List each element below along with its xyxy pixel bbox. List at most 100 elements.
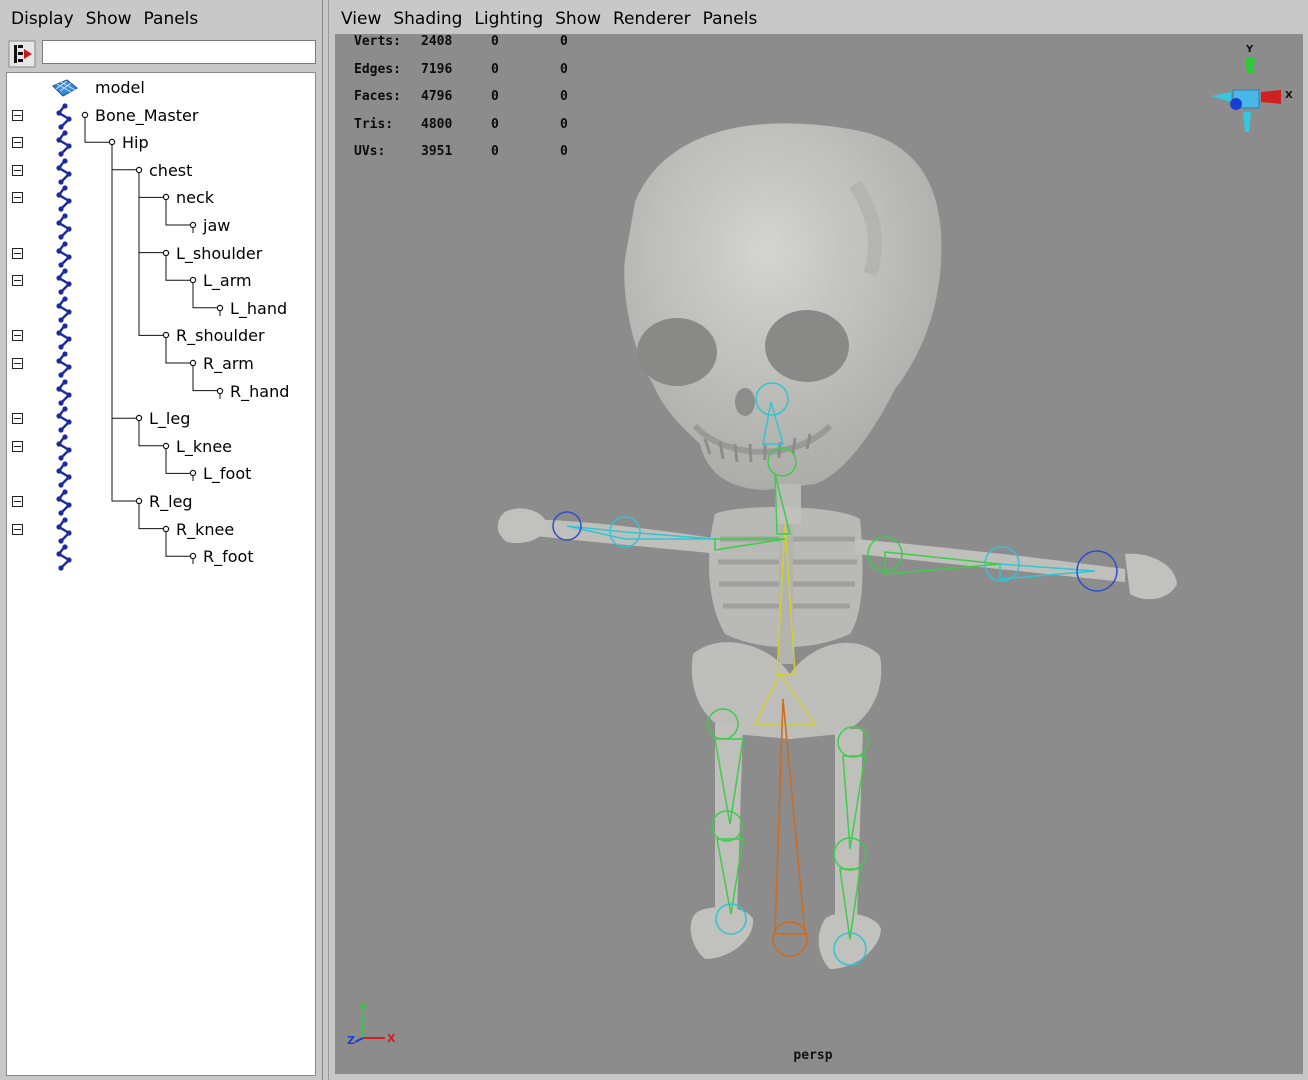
- outliner-item-label: neck: [176, 188, 215, 208]
- outliner-item-label: R_shoulder: [176, 326, 265, 346]
- joint-icon: [56, 240, 72, 268]
- hud-row-verts: Verts: 2408 0 0: [354, 34, 568, 49]
- joint-icon: [56, 158, 72, 185]
- outliner-item-l_foot[interactable]: L_foot: [7, 461, 315, 488]
- menu-show[interactable]: Show: [549, 9, 607, 29]
- joint-node-icon: [189, 221, 197, 233]
- collapse-toggle-icon[interactable]: [12, 164, 23, 176]
- outliner-menubar: Display Show Panels: [0, 4, 322, 34]
- joint-icon: [56, 102, 72, 130]
- outliner-item-r_foot[interactable]: R_foot: [7, 544, 315, 571]
- outliner-item-l_arm[interactable]: L_arm: [7, 268, 315, 295]
- skeleton-scene[interactable]: [335, 34, 1303, 1074]
- collapse-toggle-icon[interactable]: [12, 137, 23, 149]
- hud-row-tris: Tris: 4800 0 0: [354, 117, 568, 132]
- view-cube-icon[interactable]: Y X: [1211, 40, 1295, 144]
- skeleton-mesh[interactable]: [497, 123, 1177, 969]
- joint-node-icon: [81, 111, 89, 123]
- collapse-toggle-icon[interactable]: [12, 523, 23, 535]
- joint-icon: [56, 489, 72, 516]
- joint-icon: [56, 351, 72, 378]
- outliner-item-label: L_hand: [230, 298, 288, 318]
- outliner-item-label: R_knee: [176, 519, 235, 539]
- outliner-item-l_hand[interactable]: L_hand: [7, 296, 315, 323]
- outliner-item-r_leg[interactable]: R_leg: [7, 489, 315, 516]
- joint-node-icon: [135, 497, 143, 509]
- collapse-toggle-icon[interactable]: [12, 440, 23, 452]
- menu-panels[interactable]: Panels: [138, 9, 205, 29]
- joint-node-icon: [189, 276, 197, 289]
- joint-icon: [56, 378, 72, 406]
- outliner-item-bone_master[interactable]: Bone_Master: [7, 102, 315, 130]
- 3d-viewport[interactable]: Verts: 2408 0 0 Edges: 7196 0 0 Faces: 4…: [335, 34, 1303, 1074]
- joint-node-icon: [216, 304, 224, 316]
- outliner-item-jaw[interactable]: jaw: [7, 213, 315, 240]
- svg-text:X: X: [387, 1032, 396, 1045]
- joint-icon: [56, 434, 72, 461]
- outliner-item-l_knee[interactable]: L_knee: [7, 434, 315, 461]
- filter-row: [6, 38, 316, 68]
- outliner-item-label: L_leg: [149, 409, 191, 429]
- joint-node-icon: [135, 414, 143, 427]
- collapse-toggle-icon[interactable]: [12, 109, 23, 121]
- outliner-tree: model Bone_Master Hip chest neck jaw L_shoulde…: [6, 72, 316, 1076]
- collapse-toggle-icon[interactable]: [12, 192, 23, 204]
- outliner-item-chest[interactable]: chest: [7, 158, 315, 185]
- joint-icon: [56, 268, 72, 295]
- collapse-toggle-icon[interactable]: [12, 358, 23, 369]
- joint-node-icon: [162, 525, 170, 537]
- joint-icon: [56, 516, 72, 544]
- menu-renderer[interactable]: Renderer: [607, 9, 697, 29]
- outliner-item-label: L_shoulder: [176, 243, 263, 263]
- outliner-item-label: L_knee: [176, 436, 233, 456]
- hud-row-uvs: UVs: 3951 0 0: [354, 144, 568, 159]
- collapse-toggle-icon[interactable]: [12, 247, 23, 259]
- viewport-menubar: View Shading Lighting Show Renderer Pane…: [329, 4, 1308, 34]
- joint-node-icon: [162, 442, 170, 454]
- outliner-item-label: R_arm: [203, 354, 254, 373]
- outliner-item-hip[interactable]: Hip: [7, 130, 315, 157]
- joint-icon: [56, 296, 72, 323]
- joint-node-icon: [216, 387, 224, 399]
- outliner-item-r_arm[interactable]: R_arm: [7, 351, 315, 378]
- camera-name-label: persp: [793, 1048, 833, 1063]
- outliner-item-l_leg[interactable]: L_leg: [7, 406, 315, 433]
- joint-icon: [56, 406, 72, 433]
- outliner-item-label: Bone_Master: [95, 105, 199, 125]
- joint-node-icon: [189, 470, 197, 482]
- menu-panels[interactable]: Panels: [697, 9, 764, 29]
- svg-text:Y: Y: [358, 1002, 368, 1015]
- collapse-toggle-icon[interactable]: [12, 330, 23, 342]
- outliner-item-neck[interactable]: neck: [7, 185, 315, 212]
- collapse-toggle-icon[interactable]: [12, 413, 23, 425]
- joint-node-icon: [162, 194, 170, 206]
- menu-shading[interactable]: Shading: [387, 9, 468, 29]
- outliner-item-label: chest: [149, 160, 193, 180]
- joint-icon: [56, 323, 72, 350]
- joint-node-icon: [108, 138, 116, 151]
- joint-node-icon: [189, 359, 197, 371]
- joint-node-icon: [162, 332, 170, 344]
- joint-icon: [56, 544, 72, 571]
- filter-options-icon[interactable]: [8, 40, 36, 68]
- outliner-item-label: L_foot: [203, 464, 252, 484]
- menu-show[interactable]: Show: [80, 9, 138, 29]
- view-cube-y-label: Y: [1245, 44, 1254, 55]
- menu-view[interactable]: View: [329, 9, 387, 29]
- outliner-item-model[interactable]: model: [7, 75, 315, 102]
- outliner-item-label: model: [95, 78, 145, 97]
- viewport-panel: View Shading Lighting Show Renderer Pane…: [328, 0, 1308, 1080]
- joint-icon: [56, 185, 72, 212]
- outliner-item-r_knee[interactable]: R_knee: [7, 516, 315, 544]
- joint-node-icon: [162, 249, 170, 261]
- collapse-toggle-icon[interactable]: [12, 496, 23, 507]
- outliner-item-r_hand[interactable]: R_hand: [7, 378, 315, 406]
- outliner-filter-input[interactable]: [42, 40, 316, 64]
- collapse-toggle-icon[interactable]: [12, 275, 23, 287]
- joint-node-icon: [135, 166, 143, 178]
- outliner-item-label: R_leg: [149, 492, 193, 511]
- outliner-item-l_shoulder[interactable]: L_shoulder: [7, 240, 315, 268]
- menu-lighting[interactable]: Lighting: [468, 9, 549, 29]
- menu-display[interactable]: Display: [0, 9, 80, 29]
- outliner-item-r_shoulder[interactable]: R_shoulder: [7, 323, 315, 350]
